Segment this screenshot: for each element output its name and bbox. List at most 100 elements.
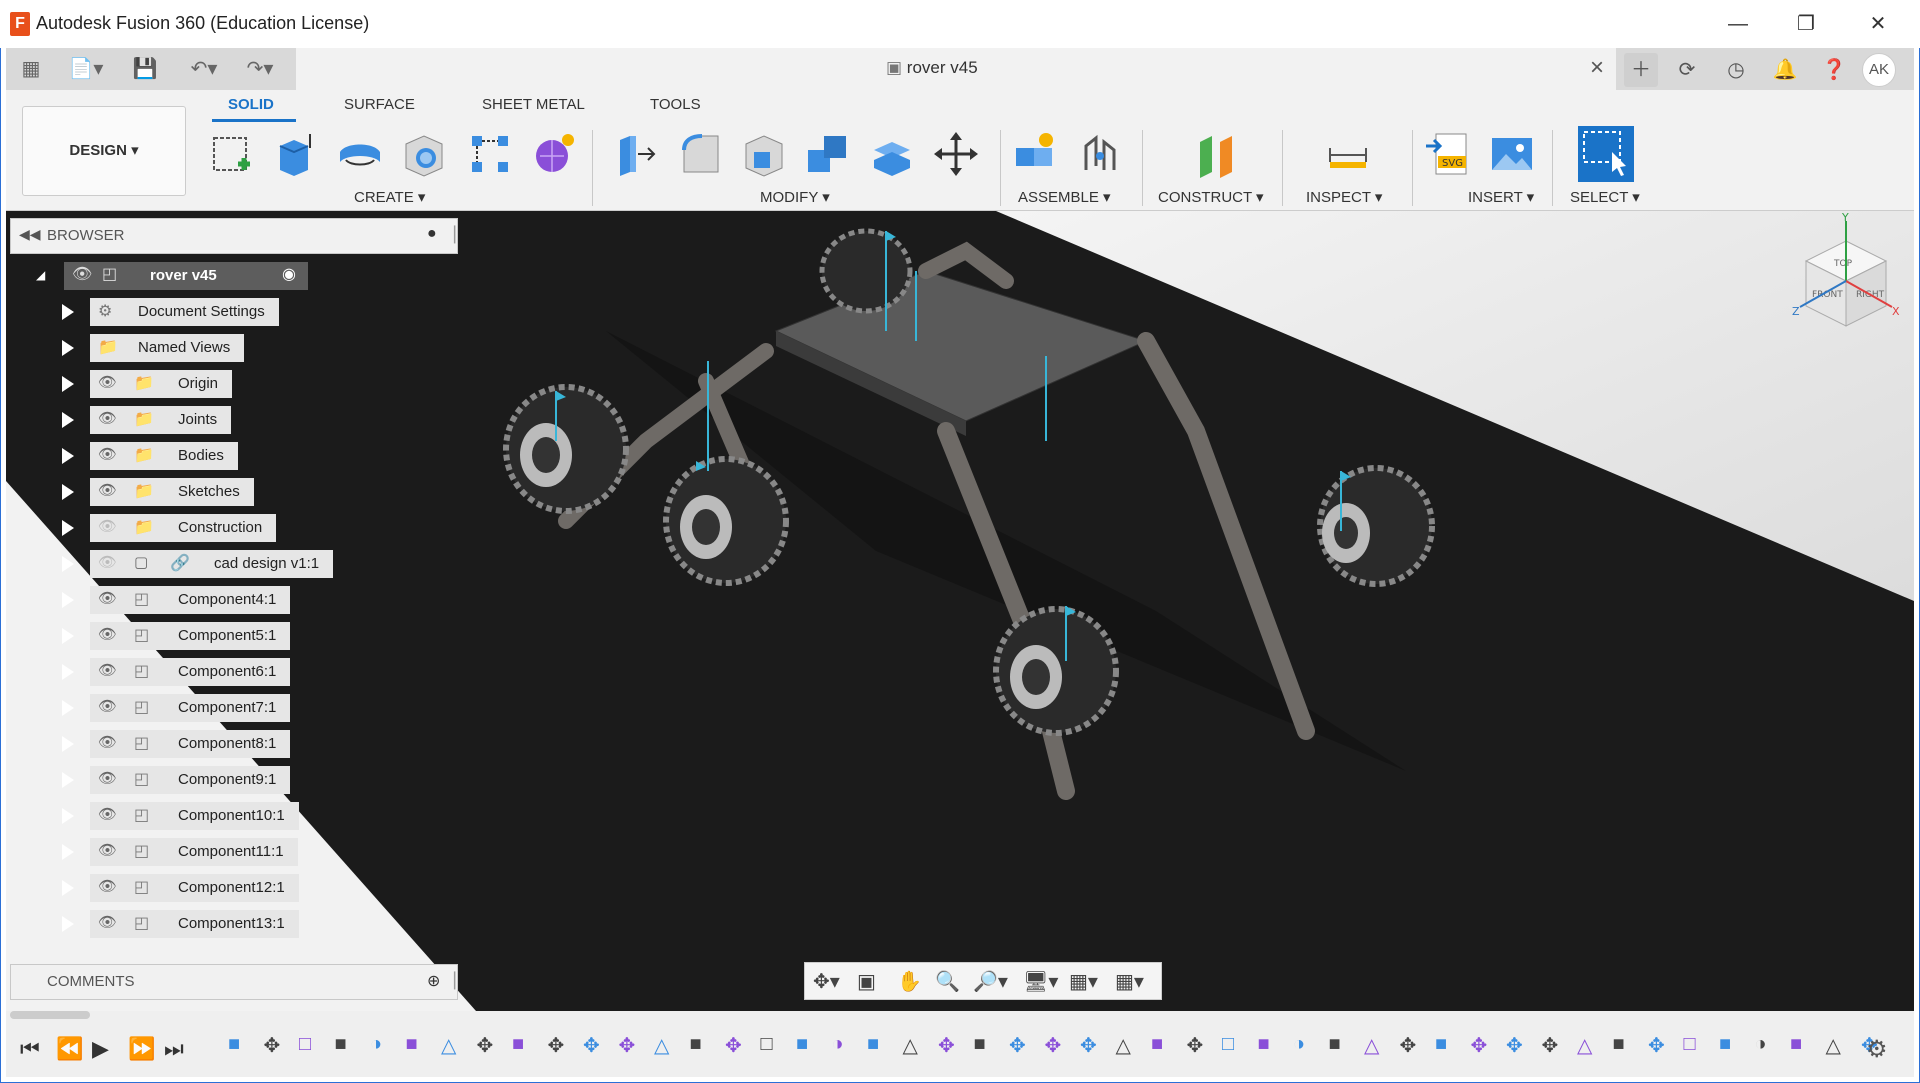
viewports-icon[interactable]: ▦▾ <box>1115 969 1144 994</box>
timeline-feature-icon[interactable]: ✥ <box>1400 1033 1422 1057</box>
timeline-feature-icon[interactable]: ✥ <box>1648 1033 1670 1057</box>
comments-panel-header[interactable]: COMMENTS ⊕ ❘ <box>10 964 462 1000</box>
orbit-icon[interactable]: ✥▾ <box>813 969 840 994</box>
offset-face-icon[interactable] <box>868 130 916 178</box>
expand-arrow-icon[interactable] <box>62 304 74 320</box>
expand-arrow-icon[interactable] <box>62 448 74 464</box>
expand-arrow-icon[interactable] <box>62 556 74 572</box>
zoom-icon[interactable]: 🔍 <box>935 969 960 994</box>
timeline-feature-icon[interactable]: ◑ <box>1293 1033 1315 1055</box>
move-copy-icon[interactable] <box>932 130 980 178</box>
timeline-feature-icon[interactable]: ■ <box>512 1033 534 1055</box>
visibility-eye-icon[interactable]: 👁 <box>98 625 117 643</box>
expand-arrow-icon[interactable] <box>62 340 74 356</box>
timeline-feature-icon[interactable]: ■ <box>1258 1033 1280 1055</box>
minimize-button[interactable]: — <box>1718 8 1758 40</box>
expand-arrow-icon[interactable] <box>62 628 74 644</box>
browser-item-row[interactable]: Document Settings ⚙ <box>60 298 360 326</box>
expand-arrow-icon[interactable] <box>62 880 74 896</box>
timeline-feature-icon[interactable]: ✥ <box>548 1033 570 1057</box>
browser-item-label[interactable]: Component9:1 <box>90 766 291 794</box>
tab-tools[interactable]: TOOLS <box>650 96 701 113</box>
step-back-icon[interactable]: ⏪ <box>56 1036 83 1062</box>
timeline-feature-icon[interactable]: ■ <box>1435 1033 1457 1055</box>
timeline-feature-icon[interactable]: ■ <box>867 1033 889 1055</box>
timeline-feature-icon[interactable]: ■ <box>1329 1033 1351 1055</box>
close-window-button[interactable]: ✕ <box>1858 8 1898 40</box>
expand-arrow-icon[interactable] <box>62 592 74 608</box>
file-menu-icon[interactable]: 📄▾ <box>64 54 108 84</box>
undo-icon[interactable]: ↶▾ <box>182 54 226 84</box>
visibility-eye-icon[interactable]: 👁 <box>98 661 117 679</box>
panel-splitter-icon[interactable]: ❘ <box>447 969 462 990</box>
look-at-icon[interactable]: ▣ <box>857 969 876 994</box>
construct-group-menu[interactable]: CONSTRUCT ▾ <box>1158 188 1264 206</box>
timeline-feature-icon[interactable]: ■ <box>228 1033 250 1055</box>
visibility-eye-icon[interactable]: 👁 <box>72 264 92 284</box>
browser-item-row[interactable]: Component11:1 👁 ◰ <box>60 838 360 866</box>
timeline-feature-icon[interactable]: ✥ <box>725 1033 747 1057</box>
timeline-feature-icon[interactable]: ✥ <box>1045 1033 1067 1057</box>
browser-panel-header[interactable]: ◀◀ BROWSER ● ❘ <box>10 218 462 254</box>
timeline-feature-icon[interactable]: △ <box>1116 1033 1138 1057</box>
tab-surface[interactable]: SURFACE <box>344 96 415 113</box>
extrude-icon[interactable] <box>272 130 320 178</box>
inspect-group-menu[interactable]: INSPECT ▾ <box>1306 188 1382 206</box>
timeline-scrollbar[interactable] <box>10 1011 90 1019</box>
expand-arrow-icon[interactable] <box>62 376 74 392</box>
document-tab[interactable]: ▣ rover v45 × <box>296 48 1616 90</box>
fit-zoom-icon[interactable]: 🔎▾ <box>973 969 1008 994</box>
timeline-feature-icon[interactable]: ✥ <box>1542 1033 1564 1057</box>
tab-solid[interactable]: SOLID <box>228 96 274 113</box>
modify-group-menu[interactable]: MODIFY ▾ <box>760 188 830 206</box>
comments-expand-icon[interactable]: ⊕ <box>427 971 440 991</box>
visibility-eye-icon[interactable]: 👁 <box>98 373 117 391</box>
close-tab-icon[interactable]: × <box>1590 54 1604 82</box>
timeline-feature-icon[interactable]: ■ <box>406 1033 428 1055</box>
expand-arrow-icon[interactable] <box>62 520 74 536</box>
new-tab-plus-icon[interactable]: ＋ <box>1624 53 1658 87</box>
panel-splitter-icon[interactable]: ❘ <box>447 223 462 244</box>
browser-item-row[interactable]: Origin 👁 📁 <box>60 370 360 398</box>
browser-item-row[interactable]: Component7:1 👁 ◰ <box>60 694 360 722</box>
select-icon[interactable] <box>1578 126 1634 182</box>
display-settings-icon[interactable]: 🖥▾ <box>1023 969 1058 994</box>
timeline-feature-icon[interactable]: △ <box>1364 1033 1386 1057</box>
timeline-feature-icon[interactable]: ■ <box>796 1033 818 1055</box>
combine-icon[interactable] <box>804 130 852 178</box>
timeline-feature-icon[interactable]: ✥ <box>1080 1033 1102 1057</box>
hole-icon[interactable] <box>400 130 448 178</box>
step-forward-icon[interactable]: ⏩ <box>128 1036 155 1062</box>
go-to-start-icon[interactable]: ⏮ <box>20 1036 40 1062</box>
timeline-feature-icon[interactable]: ■ <box>1790 1033 1812 1055</box>
timeline-feature-icon[interactable]: △ <box>1826 1033 1848 1057</box>
browser-item-row[interactable]: Component6:1 👁 ◰ <box>60 658 360 686</box>
timeline-feature-icon[interactable]: ◑ <box>370 1033 392 1055</box>
browser-item-row[interactable]: Bodies 👁 📁 <box>60 442 360 470</box>
visibility-eye-icon[interactable]: 👁 <box>98 445 117 463</box>
browser-item-label[interactable]: Component5:1 <box>90 622 291 650</box>
insert-group-menu[interactable]: INSERT ▾ <box>1468 188 1534 206</box>
play-icon[interactable]: ▶ <box>92 1036 109 1062</box>
timeline-feature-icon[interactable]: ✥ <box>1187 1033 1209 1057</box>
offset-plane-icon[interactable] <box>1192 130 1240 178</box>
data-panel-grid-icon[interactable]: ▦ <box>16 54 46 84</box>
expand-arrow-icon[interactable] <box>62 484 74 500</box>
timeline-feature-icon[interactable]: □ <box>761 1033 783 1055</box>
redo-icon[interactable]: ↷▾ <box>238 54 282 84</box>
browser-root-row[interactable]: ◢ rover v45 👁 ◰ ◉ <box>30 262 308 290</box>
select-group-menu[interactable]: SELECT ▾ <box>1570 188 1640 206</box>
help-icon[interactable]: ❓ <box>1817 53 1851 87</box>
expand-arrow-icon[interactable] <box>62 916 74 932</box>
timeline-feature-icon[interactable]: △ <box>654 1033 676 1057</box>
browser-item-row[interactable]: Sketches 👁 📁 <box>60 478 360 506</box>
browser-item-label[interactable]: Component12:1 <box>90 874 299 902</box>
joint-icon[interactable] <box>1076 130 1124 178</box>
expand-arrow-icon[interactable] <box>62 808 74 824</box>
visibility-eye-icon[interactable]: 👁 <box>98 733 117 751</box>
new-component-icon[interactable] <box>1012 130 1060 178</box>
expand-arrow-icon[interactable] <box>62 664 74 680</box>
timeline-feature-icon[interactable]: ◑ <box>1755 1033 1777 1055</box>
browser-item-label[interactable]: Document Settings <box>90 298 279 326</box>
create-sketch-icon[interactable] <box>208 130 256 178</box>
